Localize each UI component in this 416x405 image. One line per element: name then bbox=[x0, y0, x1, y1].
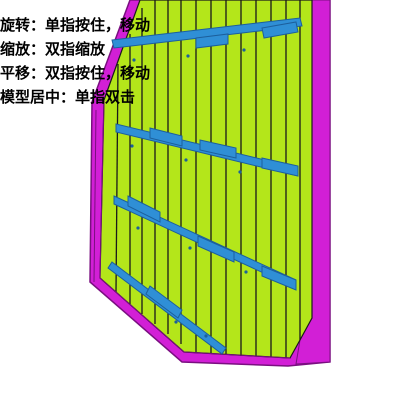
3d-model-viewport[interactable]: 旋转：单指按住，移动 缩放：双指缩放 平移：双指按住，移动 模型居中：单指双击 bbox=[0, 0, 416, 405]
panel-model-render[interactable] bbox=[0, 0, 416, 405]
panel-surface bbox=[99, 0, 313, 359]
